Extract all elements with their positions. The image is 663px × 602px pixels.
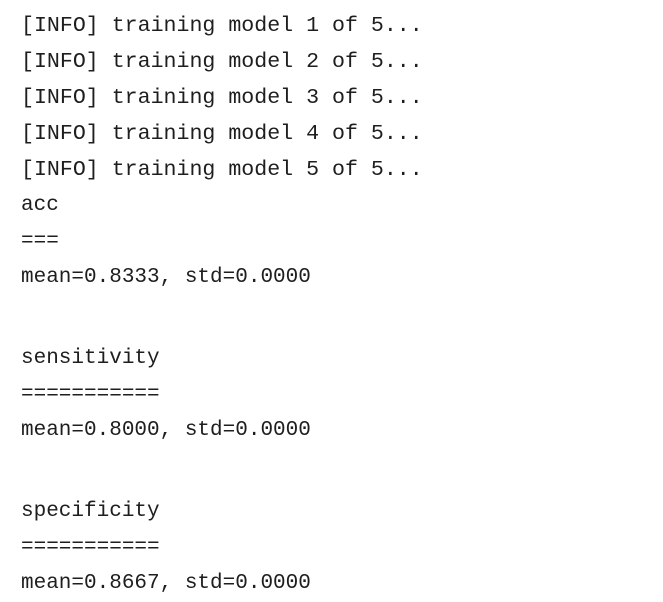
metric-summary: mean=0.8333, std=0.0000 [21, 266, 311, 289]
console-output: [INFO] training model 1 of 5... [INFO] t… [21, 8, 423, 602]
metric-block-sensitivity: sensitivity =========== mean=0.8000, std… [21, 341, 423, 449]
metric-name: sensitivity [21, 347, 160, 370]
log-line: [INFO] training model 5 of 5... [21, 158, 423, 182]
metric-summary: mean=0.8000, std=0.0000 [21, 419, 311, 442]
metric-underline: =========== [21, 536, 160, 559]
metric-name: specificity [21, 500, 160, 523]
log-line: [INFO] training model 2 of 5... [21, 50, 423, 74]
log-line: [INFO] training model 3 of 5... [21, 86, 423, 110]
metric-block-specificity: specificity =========== mean=0.8667, std… [21, 494, 423, 602]
metric-underline: === [21, 230, 59, 253]
metric-name: acc [21, 194, 59, 217]
metric-summary: mean=0.8667, std=0.0000 [21, 572, 311, 595]
log-line: [INFO] training model 1 of 5... [21, 14, 423, 38]
metric-block-acc: acc === mean=0.8333, std=0.0000 [21, 188, 423, 296]
log-line: [INFO] training model 4 of 5... [21, 122, 423, 146]
metric-underline: =========== [21, 383, 160, 406]
